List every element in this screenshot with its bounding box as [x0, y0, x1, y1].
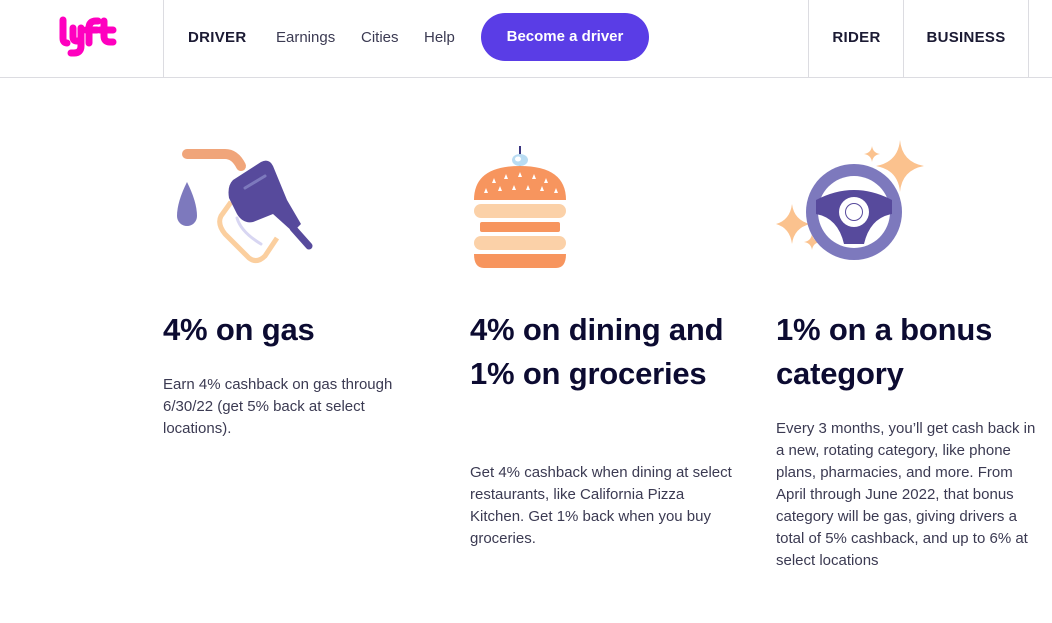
- site-header: DRIVER Earnings Cities Help Become a dri…: [0, 0, 1052, 78]
- gas-pump-icon: [169, 140, 319, 275]
- burger-icon: [470, 144, 574, 277]
- feature-description: Every 3 months, you’ll get cash back in …: [776, 420, 1036, 569]
- feature-description: Get 4% cashback when dining at select re…: [470, 464, 732, 547]
- feature-description: Earn 4% cashback on gas through 6/30/22 …: [163, 376, 393, 437]
- nav-help[interactable]: Help: [424, 29, 455, 46]
- feature-title: 4% on gas: [163, 312, 315, 347]
- logo-link[interactable]: [0, 0, 164, 77]
- nav-driver[interactable]: DRIVER: [188, 29, 246, 46]
- become-a-driver-button[interactable]: Become a driver: [481, 13, 649, 61]
- feature-title: 4% on dining and 1% on groceries: [470, 312, 724, 391]
- feature-title: 1% on a bonus category: [776, 312, 993, 391]
- nav-earnings[interactable]: Earnings: [276, 29, 335, 46]
- nav-cities[interactable]: Cities: [361, 29, 399, 46]
- steering-wheel-icon: [776, 140, 928, 275]
- lyft-logo: [59, 16, 117, 57]
- nav-business[interactable]: BUSINESS: [903, 0, 1029, 77]
- nav-rider[interactable]: RIDER: [808, 0, 904, 77]
